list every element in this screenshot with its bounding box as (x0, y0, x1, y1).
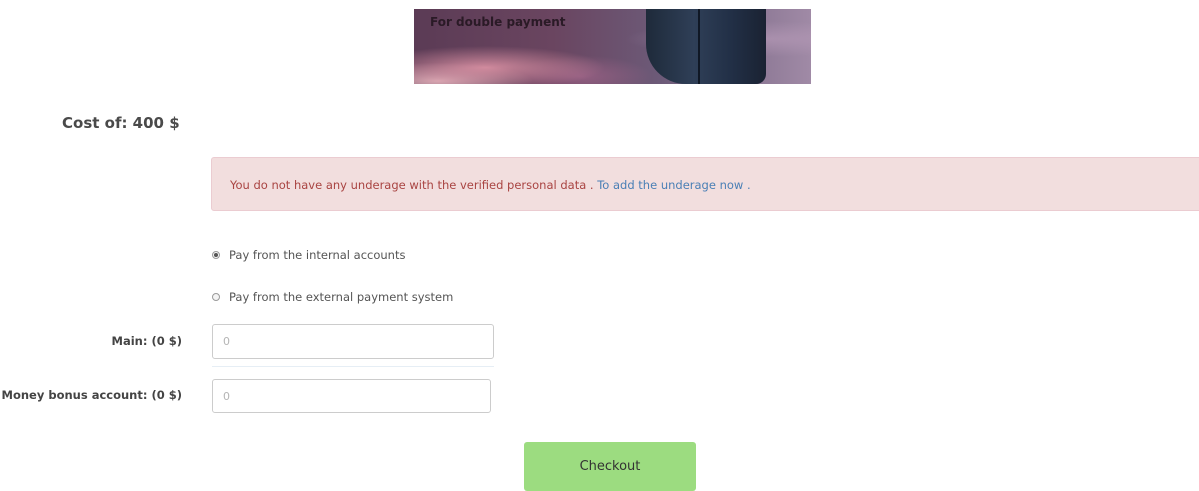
radio-external-payment[interactable] (212, 293, 220, 301)
main-account-label: Main: (0 $) (111, 334, 182, 348)
checkout-button[interactable]: Checkout (524, 442, 696, 491)
payment-option-external[interactable]: Pay from the external payment system (212, 290, 453, 304)
add-underage-link[interactable]: To add the underage now (597, 178, 743, 192)
payment-option-external-label: Pay from the external payment system (229, 290, 454, 304)
underage-alert: You do not have any underage with the ve… (211, 157, 1199, 211)
main-input-underline (212, 366, 494, 367)
payment-option-internal[interactable]: Pay from the internal accounts (212, 248, 405, 262)
product-banner-image: For double payment (414, 9, 811, 84)
cost-label: Cost of: 400 $ (62, 114, 180, 132)
banner-caption: For double payment (430, 15, 566, 29)
alert-suffix: . (743, 178, 751, 192)
banner-person-silhouette (646, 9, 766, 84)
bonus-account-input[interactable] (212, 379, 491, 413)
bonus-account-label: Money bonus account: (0 $) (1, 388, 182, 402)
payment-option-internal-label: Pay from the internal accounts (229, 248, 406, 262)
main-account-input[interactable] (212, 324, 494, 359)
radio-internal-accounts[interactable] (212, 251, 220, 259)
alert-message: You do not have any underage with the ve… (230, 178, 598, 192)
